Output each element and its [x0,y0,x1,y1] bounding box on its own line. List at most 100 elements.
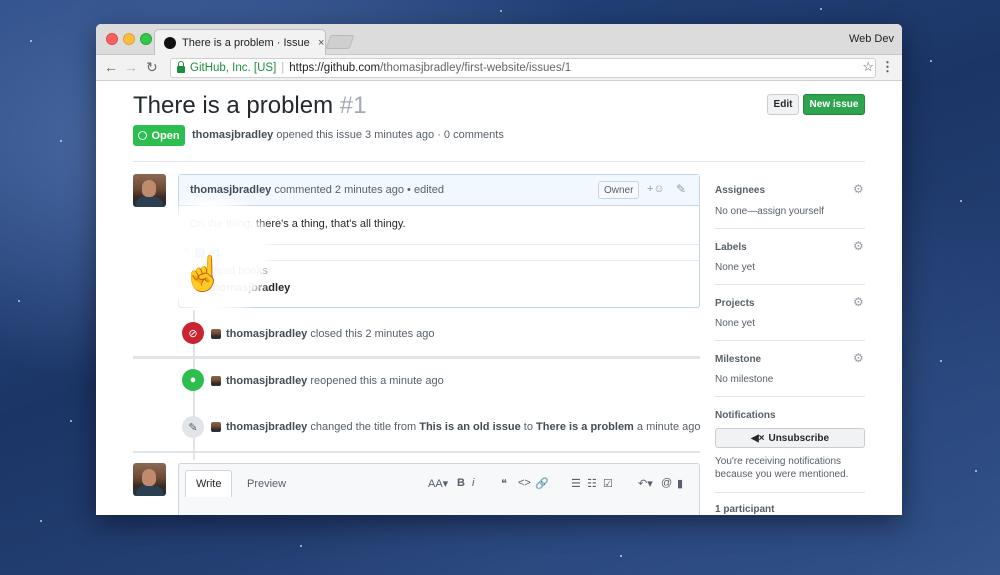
avatar[interactable] [211,329,221,339]
tab-write[interactable]: Write [185,470,233,497]
profile-name[interactable]: Web Dev [849,33,894,45]
gear-icon[interactable]: ⚙ [853,182,864,196]
bold-icon[interactable]: B [457,477,465,489]
comment-meta: commented 2 minutes ago • edited [274,184,444,196]
new-issue-button[interactable]: New issue [803,94,865,115]
issue-author[interactable]: thomasjbradley [192,129,273,141]
bookmark-star-icon[interactable]: ☆ [862,59,874,75]
owner-badge: Owner [598,181,640,199]
event-text: to [523,421,533,433]
closed-icon: ⊘ [182,322,204,344]
divider [715,284,865,285]
address-bar[interactable]: GitHub, Inc. [US] | https://github.com /… [170,58,876,78]
link-icon[interactable]: 🔗 [535,477,549,490]
new-tab-button[interactable] [325,35,355,49]
divider [715,340,865,341]
assignees-value[interactable]: No one—assign yourself [715,206,824,217]
divider [133,161,865,162]
avatar[interactable] [133,174,166,207]
comment-editor: Write Preview AA▾ B i ❝ <> 🔗 ☰ ☷ ☑ ↶▾ @ … [178,463,700,515]
avatar[interactable] [211,422,221,432]
menu-icon[interactable]: ⋮ [881,59,894,75]
status-badge: Open [133,125,185,146]
browser-tab[interactable]: There is a problem · Issue #1 · × [154,29,326,55]
url-host: https://github.com [289,62,381,74]
lock-icon [177,60,185,73]
milestone-value: No milestone [715,374,774,385]
page-title: There is a problem #1 [133,92,366,120]
numbered-list-icon[interactable]: ☷ [587,477,597,490]
comment-author[interactable]: thomasjbradley [190,184,271,196]
timeline-event: thomasjbradley reopened this a minute ag… [226,375,444,387]
bulleted-list-icon[interactable]: ☰ [571,477,581,490]
gear-icon[interactable]: ⚙ [853,351,864,365]
pencil-icon[interactable]: ✎ [676,182,686,196]
projects-heading[interactable]: Projects [715,298,754,309]
code-icon[interactable]: <> [518,477,531,489]
task-list-icon[interactable]: ☑ [603,477,613,490]
divider [715,396,865,397]
divider [715,228,865,229]
mute-icon: ◀× [750,432,765,444]
tab-title: There is a problem · Issue #1 · [182,36,312,49]
back-arrow-icon[interactable]: ← [104,59,118,75]
pencil-icon: ✎ [182,416,204,438]
event-text: changed the title from [310,421,417,433]
event-user[interactable]: thomasjbradley [226,328,307,340]
minimize-window-button[interactable] [123,33,135,45]
browser-toolbar: ← → ↻ GitHub, Inc. [US] | https://github… [96,55,902,81]
issue-title: There is a problem [133,92,334,119]
notifications-note: You're receiving notifications because y… [715,456,849,480]
url-path: /thomasjbradley/first-website/issues/1 [380,62,572,74]
tab-close-icon[interactable]: × [318,37,324,49]
projects-value: None yet [715,318,756,329]
timeline-separator [133,451,700,453]
event-text: reopened this a minute ago [310,375,444,387]
assignees-heading[interactable]: Assignees [715,185,765,196]
edit-button[interactable]: Edit [767,94,799,115]
reply-icon[interactable]: ↶▾ [638,477,653,490]
reopened-icon: ● [182,369,204,391]
issue-meta-text: opened this issue 3 minutes ago · 0 comm… [276,129,504,141]
avatar[interactable] [211,376,221,386]
task-list-item: ≡ ✓ #1 [179,244,699,261]
tab-preview[interactable]: Preview [237,470,296,497]
comment-header: thomasjbradley commented 2 minutes ago •… [179,175,699,206]
timeline-event: thomasjbradley changed the title from Th… [226,421,701,433]
text-size-icon[interactable]: AA▾ [428,477,448,490]
add-reaction-icon[interactable]: +☺ [647,183,665,195]
timeline-separator [133,356,700,359]
quote-icon[interactable]: ❝ [501,477,507,490]
italic-icon[interactable]: i [472,477,474,489]
labels-heading[interactable]: Labels [715,242,747,253]
maximize-window-button[interactable] [140,33,152,45]
issue-comment: thomasjbradley commented 2 minutes ago •… [178,174,700,308]
title-bar: There is a problem · Issue #1 · × Web De… [96,24,902,55]
labels-value: None yet [715,262,756,273]
event-user[interactable]: thomasjbradley [226,421,307,433]
event-user[interactable]: thomasjbradley [226,375,307,387]
issue-open-icon [138,131,148,140]
milestone-heading[interactable]: Milestone [715,354,761,365]
issue-meta: thomasjbradley opened this issue 3 minut… [192,129,504,141]
unsubscribe-label: Unsubscribe [768,432,830,444]
close-window-button[interactable] [106,33,118,45]
avatar[interactable] [133,463,166,496]
notifications-heading: Notifications [715,410,776,421]
reload-icon[interactable]: ↻ [146,59,158,75]
github-icon [164,36,176,49]
unsubscribe-button[interactable]: ◀× Unsubscribe [715,428,865,448]
forward-arrow-icon[interactable]: → [124,59,138,75]
timeline-event: thomasjbradley closed this 2 minutes ago [226,328,435,340]
secure-label: GitHub, Inc. [US] [190,62,277,74]
gear-icon[interactable]: ⚙ [853,295,864,309]
saved-reply-icon[interactable]: ▮ [677,477,683,490]
comment-body: On the thing, there's a thing, that's al… [190,218,406,230]
new-title: There is a problem [536,421,634,433]
hand-cursor-icon: ☝ [182,255,225,293]
divider [715,492,865,493]
mention-icon[interactable]: @ [661,477,672,489]
gear-icon[interactable]: ⚙ [853,239,864,253]
event-text: closed this 2 minutes ago [310,328,435,340]
event-text: a minute ago [636,421,701,433]
